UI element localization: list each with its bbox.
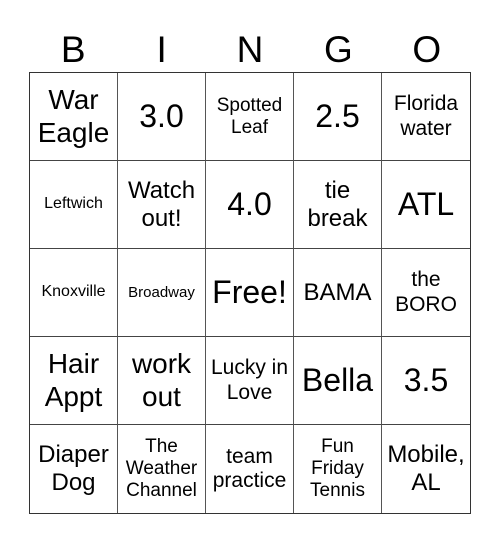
cell-label: team practice (212, 444, 287, 492)
bingo-cell[interactable]: 3.0 (118, 73, 206, 161)
bingo-cell[interactable]: team practice (206, 425, 294, 513)
bingo-cell[interactable]: Spotted Leaf (206, 73, 294, 161)
header-letter-o: O (412, 29, 442, 70)
cell-label: 3.0 (139, 98, 184, 135)
header-letter-b: B (60, 29, 86, 70)
bingo-cell[interactable]: Lucky in Love (206, 337, 294, 425)
bingo-cell[interactable]: 2.5 (294, 73, 382, 161)
cell-label: The Weather Channel (125, 436, 198, 501)
cell-label: Leftwich (44, 195, 103, 213)
bingo-cell[interactable]: Diaper Dog (30, 425, 118, 513)
cell-label: Diaper Dog (38, 441, 109, 496)
cell-label: 4.0 (227, 186, 272, 223)
cell-label: Free! (212, 274, 287, 311)
header-letter-g: G (323, 29, 353, 70)
header-letter-n: N (236, 29, 264, 70)
cell-label: War Eagle (37, 84, 110, 148)
bingo-cell[interactable]: Hair Appt (30, 337, 118, 425)
cell-label: ATL (397, 186, 455, 223)
header-letter-i: I (156, 29, 167, 70)
bingo-cell[interactable]: Florida water (382, 73, 470, 161)
bingo-cell[interactable]: Leftwich (30, 161, 118, 249)
cell-label: work out (131, 348, 192, 412)
bingo-cell[interactable]: ATL (382, 161, 470, 249)
cell-label: the BORO (395, 268, 457, 316)
cell-label: Bella (301, 362, 374, 399)
bingo-cell[interactable]: Broadway (118, 249, 206, 337)
bingo-cell[interactable]: 3.5 (382, 337, 470, 425)
bingo-board: War Eagle 3.0 Spotted Leaf 2.5 Florida water… (29, 72, 471, 514)
cell-label: Lucky in Love (210, 356, 289, 404)
cell-label: Hair Appt (44, 348, 103, 412)
bingo-cell[interactable]: 4.0 (206, 161, 294, 249)
bingo-cell[interactable]: Mobile, AL (382, 425, 470, 513)
cell-label: Watch out! (127, 176, 196, 232)
cell-label: tie break (307, 176, 368, 232)
cell-label: Florida water (393, 92, 459, 140)
cell-label: BAMA (303, 278, 372, 306)
bingo-cell[interactable]: BAMA (294, 249, 382, 337)
cell-label: Spotted Leaf (216, 94, 283, 138)
free-space-cell[interactable]: Free! (206, 249, 294, 337)
cell-label: Mobile, AL (387, 441, 465, 496)
cell-label: Broadway (128, 283, 195, 301)
cell-label: Fun Friday Tennis (310, 436, 365, 501)
bingo-cell[interactable]: Bella (294, 337, 382, 425)
bingo-cell[interactable]: Watch out! (118, 161, 206, 249)
bingo-cell[interactable]: The Weather Channel (118, 425, 206, 513)
cell-label: 3.5 (403, 362, 449, 399)
bingo-cell[interactable]: Knoxville (30, 249, 118, 337)
bingo-cell[interactable]: the BORO (382, 249, 470, 337)
cell-label: Knoxville (41, 283, 106, 301)
bingo-cell[interactable]: Fun Friday Tennis (294, 425, 382, 513)
cell-label: 2.5 (315, 98, 360, 135)
bingo-cell[interactable]: War Eagle (30, 73, 118, 161)
bingo-cell[interactable]: tie break (294, 161, 382, 249)
bingo-header: B I N G O (29, 28, 471, 72)
bingo-cell[interactable]: work out (118, 337, 206, 425)
